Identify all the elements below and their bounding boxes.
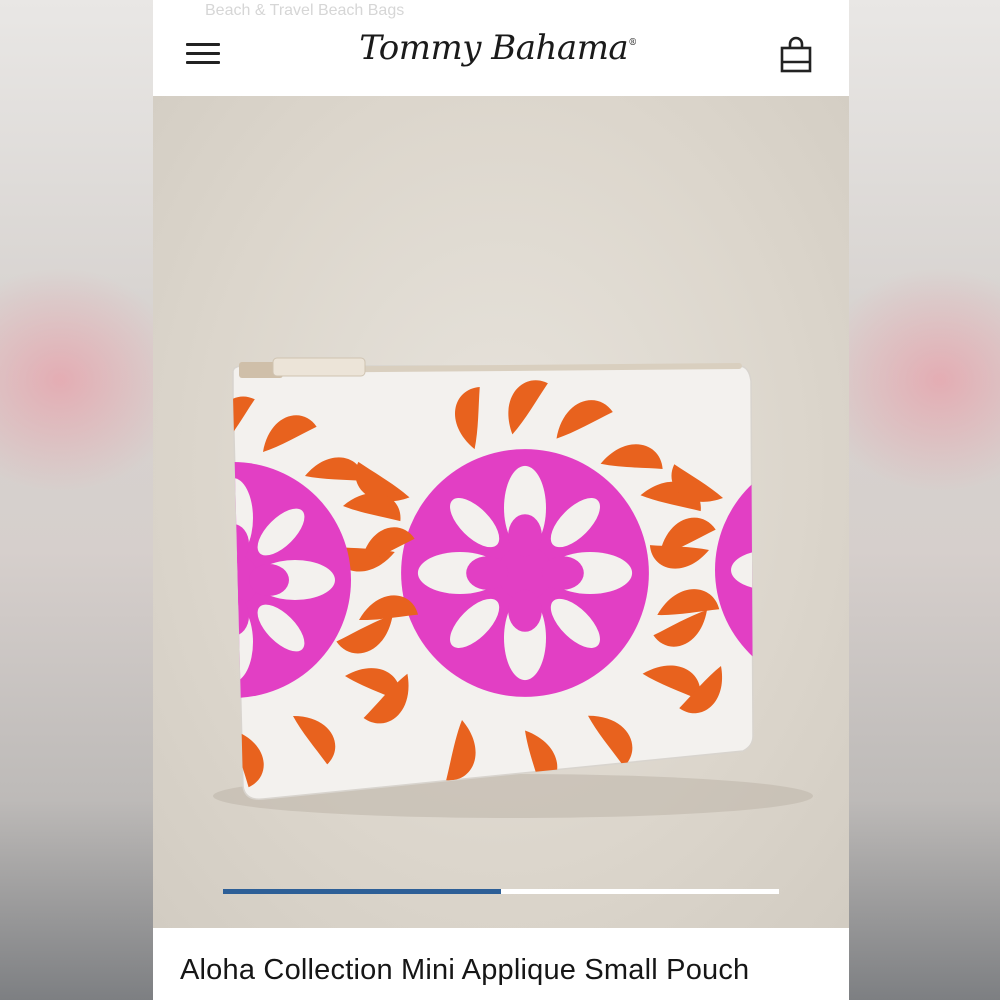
shopping-bag-icon: [780, 36, 812, 73]
progress-fill: [223, 889, 501, 894]
product-title: Aloha Collection Mini Applique Small Pou…: [180, 954, 750, 986]
mobile-screen: Beach & Travel Beach Bags Tommy Bahama®: [153, 0, 849, 1000]
registered-mark: ®: [628, 38, 637, 48]
site-header: Tommy Bahama®: [153, 0, 849, 96]
hamburger-menu-icon: [186, 43, 220, 46]
product-image-gallery[interactable]: [153, 96, 849, 928]
product-image[interactable]: [153, 96, 849, 928]
brand-logo[interactable]: Tommy Bahama®: [348, 28, 648, 68]
gallery-progress-bar[interactable]: [223, 889, 779, 894]
cart-button[interactable]: [779, 36, 813, 74]
brand-name: Tommy Bahama: [359, 28, 629, 68]
menu-button[interactable]: [186, 40, 222, 68]
zipper-pull: [239, 357, 366, 378]
